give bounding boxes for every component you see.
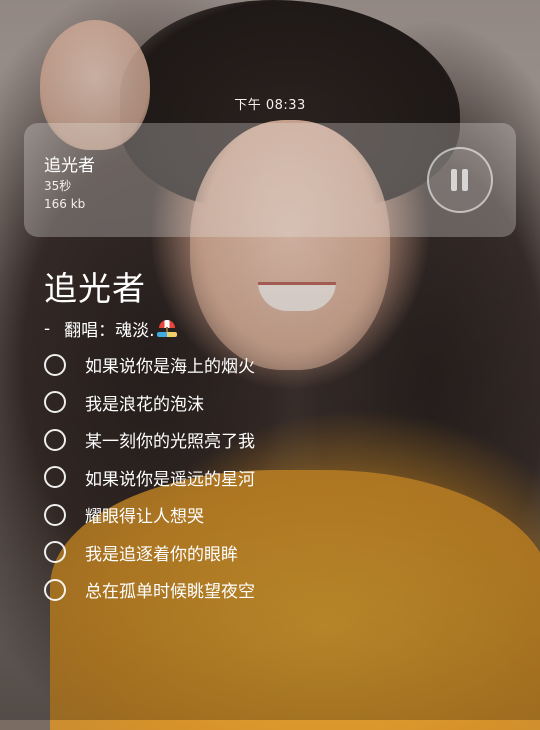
beach-umbrella-icon	[156, 320, 177, 337]
checklist-item-text: 如果说你是遥远的星河	[85, 469, 255, 490]
pause-button[interactable]	[427, 147, 493, 213]
song-credit: - 翻唱：魂淡.	[44, 316, 177, 341]
audio-file-size: 166 kb	[44, 197, 86, 211]
checklist-item[interactable]: 某一刻你的光照亮了我	[44, 421, 504, 459]
checkbox-circle-icon[interactable]	[44, 541, 66, 564]
checklist-item-text: 总在孤单时候眺望夜空	[85, 582, 255, 603]
checklist-item-text: 我是追逐着你的眼眸	[85, 544, 238, 565]
checklist-item[interactable]: 我是追逐着你的眼眸	[44, 534, 504, 572]
audio-message-card[interactable]: 追光者 35秒 166 kb	[24, 123, 516, 237]
checklist-item-text: 我是浪花的泡沫	[85, 394, 204, 415]
checklist-item[interactable]: 我是浪花的泡沫	[44, 384, 504, 422]
checklist-item-text: 如果说你是海上的烟火	[85, 357, 255, 378]
checklist-item[interactable]: 如果说你是海上的烟火	[44, 346, 504, 384]
pause-icon	[450, 169, 470, 191]
credit-text: 翻唱：魂淡.	[64, 321, 155, 341]
checklist-item[interactable]: 耀眼得让人想哭	[44, 496, 504, 534]
credit-dash: -	[44, 318, 51, 339]
audio-duration: 35秒	[44, 179, 72, 193]
checkbox-circle-icon[interactable]	[44, 466, 66, 489]
checkbox-circle-icon[interactable]	[44, 353, 66, 376]
checkbox-circle-icon[interactable]	[44, 503, 66, 526]
status-time: 下午 08:33	[234, 98, 306, 113]
checkbox-circle-icon[interactable]	[44, 578, 66, 601]
checklist-item[interactable]: 总在孤单时候眺望夜空	[44, 571, 504, 609]
lyrics-checklist: 如果说你是海上的烟火 我是浪花的泡沫 某一刻你的光照亮了我 如果说你是遥远的星河…	[44, 346, 504, 609]
checkbox-circle-icon[interactable]	[44, 391, 66, 414]
checklist-item-text: 耀眼得让人想哭	[85, 507, 204, 528]
checkbox-circle-icon[interactable]	[44, 428, 66, 451]
checklist-item-text: 某一刻你的光照亮了我	[85, 432, 255, 453]
song-title: 追光者	[44, 269, 146, 308]
checklist-item[interactable]: 如果说你是遥远的星河	[44, 459, 504, 497]
audio-title: 追光者	[44, 156, 95, 176]
